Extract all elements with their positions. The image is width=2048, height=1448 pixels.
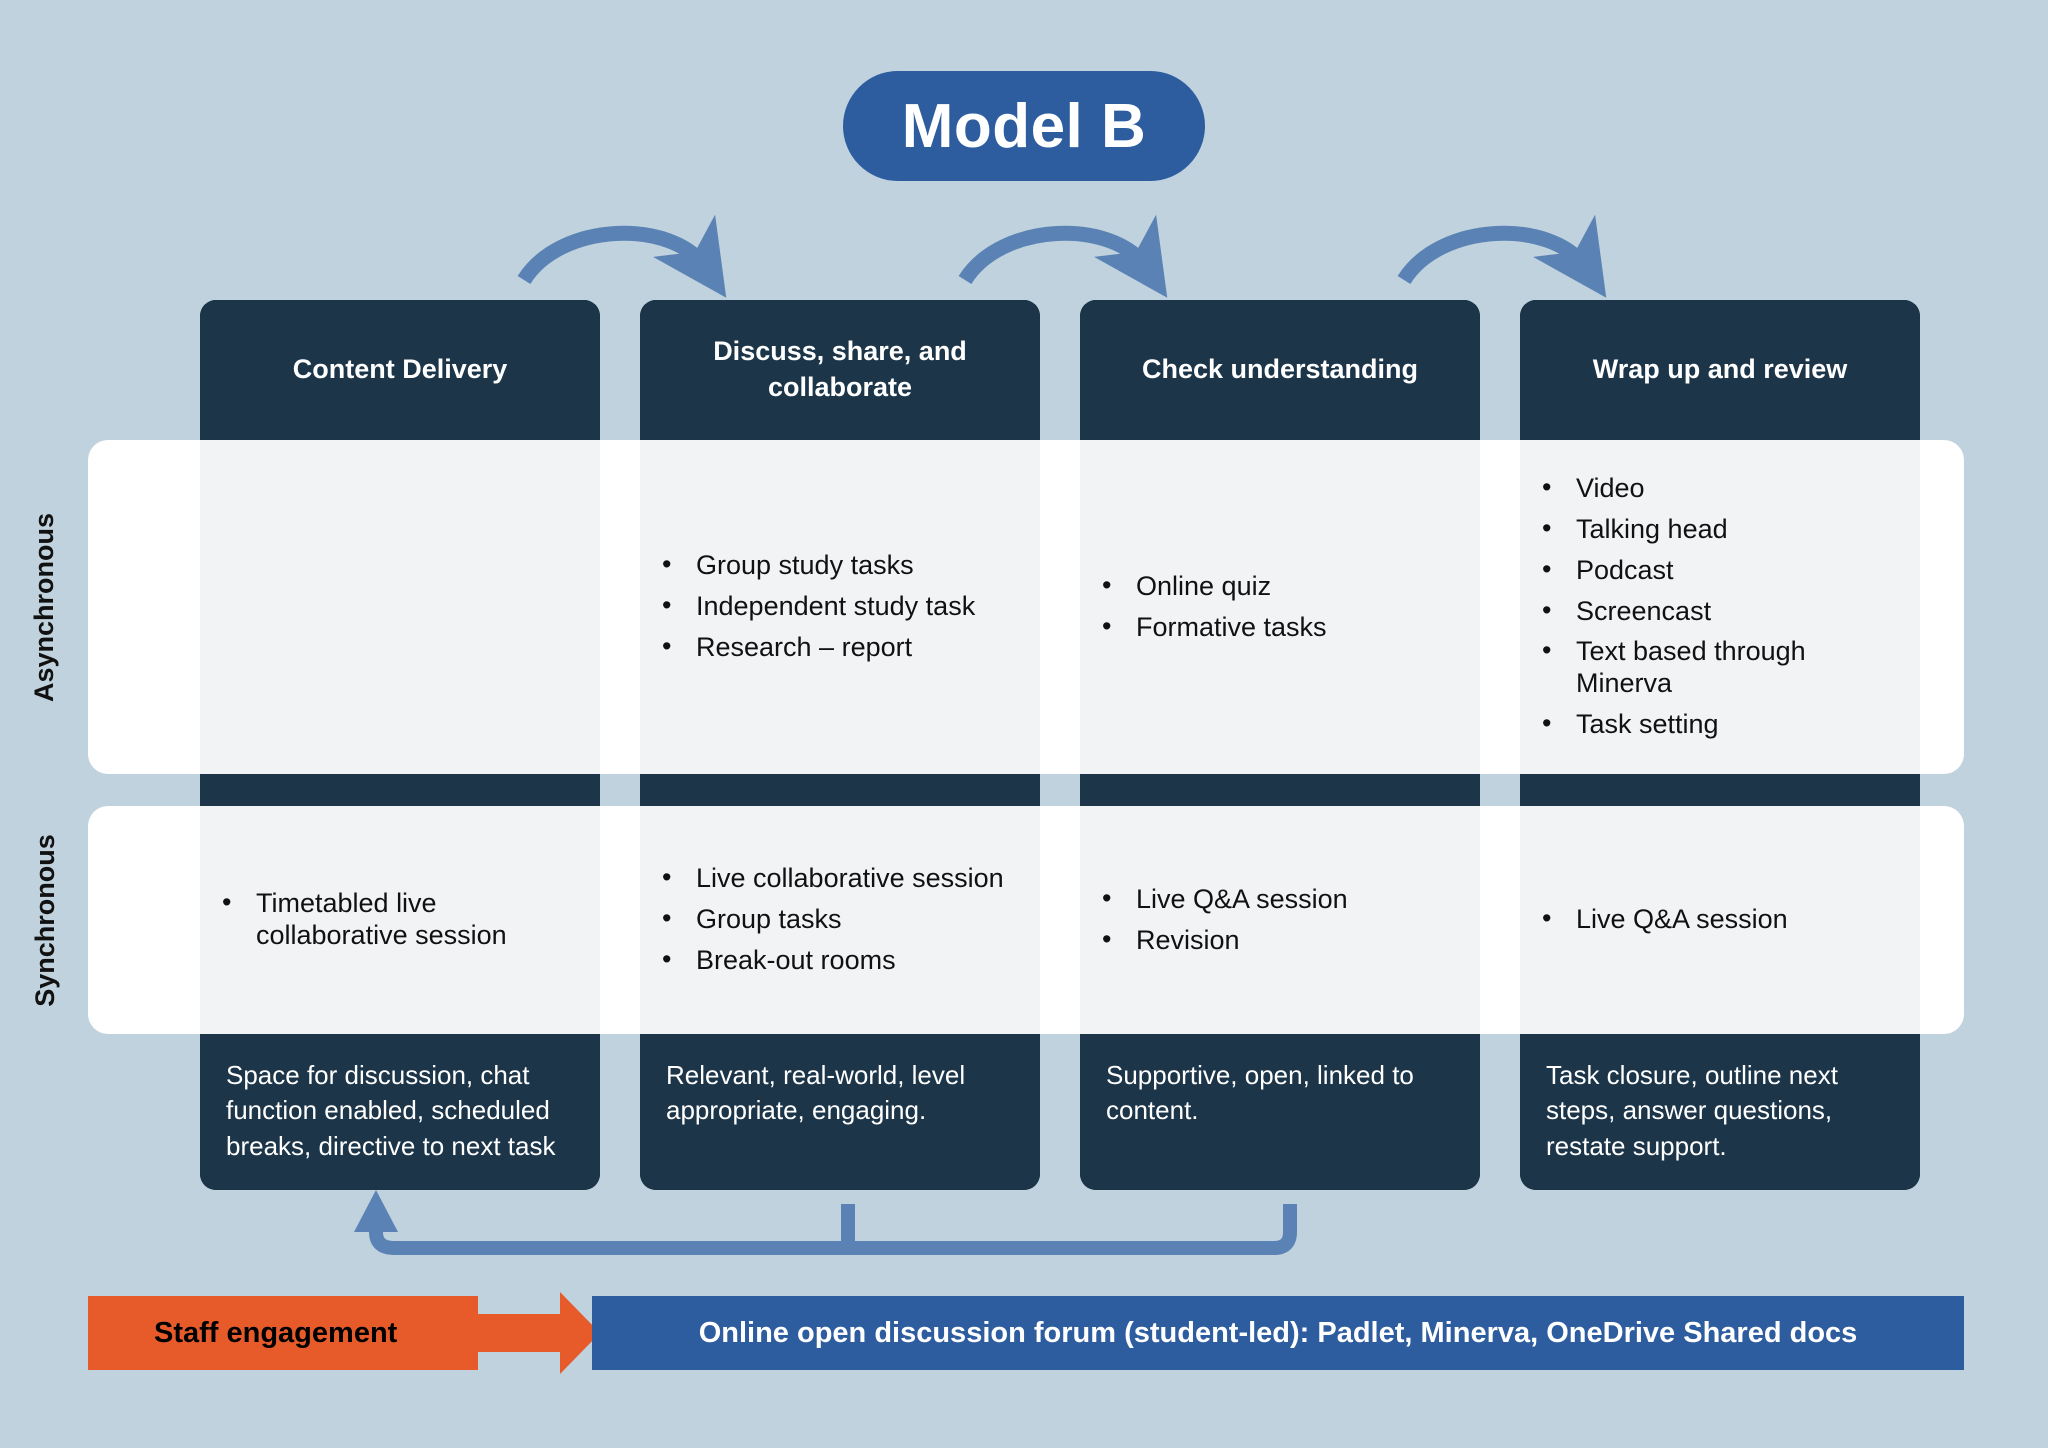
list-item: Video <box>1542 472 1904 505</box>
cell-sync-discuss-share-collaborate: Live collaborative session Group tasks Bre… <box>640 806 1040 1034</box>
column-header-3: Check understanding <box>1080 300 1480 440</box>
list-item: Research – report <box>662 631 1024 664</box>
column-header-label: Wrap up and review <box>1592 354 1848 385</box>
row-label-text: Synchronous <box>29 833 60 1007</box>
cell-async-check-understanding: Online quiz Formative tasks <box>1080 440 1480 774</box>
cell-async-discuss-share-collaborate: Group study tasks Independent study task R… <box>640 440 1040 774</box>
diagram-canvas: Model B Content Delivery Discuss, share,… <box>0 0 2048 1448</box>
column-header-4: Wrap up and review <box>1520 300 1920 440</box>
row-label-synchronous: Synchronous <box>0 806 90 1034</box>
row-label-text: Asynchronous <box>29 512 60 702</box>
cell-list: Live Q&A session <box>1520 895 1920 945</box>
page-title: Model B <box>843 71 1205 181</box>
cell-list: Group study tasks Independent study task R… <box>640 541 1040 673</box>
column-footer-text: Space for discussion, chat function enab… <box>226 1060 556 1161</box>
cell-sync-wrap-up-review: Live Q&A session <box>1520 806 1920 1034</box>
cell-list: Video Talking head Podcast Screencast Text b… <box>1520 464 1920 750</box>
page-title-text: Model B <box>901 91 1147 161</box>
cell-list: Timetabled live collaborative session <box>200 879 600 961</box>
list-item: Talking head <box>1542 513 1904 546</box>
list-item: Screencast <box>1542 595 1904 628</box>
list-item: Formative tasks <box>1102 611 1464 644</box>
cell-list: Online quiz Formative tasks <box>1080 562 1480 653</box>
list-item: Group tasks <box>662 903 1024 936</box>
list-item: Break-out rooms <box>662 944 1024 977</box>
cell-list: Live collaborative session Group tasks Bre… <box>640 854 1040 986</box>
list-item: Live Q&A session <box>1542 903 1904 936</box>
list-item: Revision <box>1102 924 1464 957</box>
list-item: Podcast <box>1542 554 1904 587</box>
cell-list: Live Q&A session Revision <box>1080 875 1480 966</box>
staff-engagement-label: Staff engagement <box>154 1316 398 1349</box>
list-item: Task setting <box>1542 708 1904 741</box>
column-header-1: Content Delivery <box>200 300 600 440</box>
list-item: Online quiz <box>1102 570 1464 603</box>
column-footer-2: Relevant, real-world, level appropriate,… <box>640 1034 1040 1190</box>
cell-async-content-delivery <box>200 440 600 774</box>
row-label-asynchronous: Asynchronous <box>0 440 90 774</box>
discussion-forum-label: Online open discussion forum (student-le… <box>698 1316 1858 1349</box>
row-separator-2 <box>640 774 1040 806</box>
column-header-label: Discuss, share, and collaborate <box>713 336 967 402</box>
cell-sync-content-delivery: Timetabled live collaborative session <box>200 806 600 1034</box>
row-separator-1 <box>200 774 600 806</box>
feedback-loop-path <box>354 1190 1297 1255</box>
column-footer-4: Task closure, outline next steps, answer… <box>1520 1034 1920 1190</box>
column-footer-3: Supportive, open, linked to content. <box>1080 1034 1480 1190</box>
column-footer-text: Supportive, open, linked to content. <box>1106 1060 1414 1126</box>
cell-async-wrap-up-review: Video Talking head Podcast Screencast Text b… <box>1520 440 1920 774</box>
list-item: Group study tasks <box>662 549 1024 582</box>
cell-sync-check-understanding: Live Q&A session Revision <box>1080 806 1480 1034</box>
column-header-label: Content Delivery <box>292 354 508 385</box>
list-item: Text based through Minerva <box>1542 635 1904 700</box>
discussion-forum-banner: Online open discussion forum (student-le… <box>592 1296 1964 1370</box>
row-separator-3 <box>1080 774 1480 806</box>
row-separator-4 <box>1520 774 1920 806</box>
column-footer-1: Space for discussion, chat function enab… <box>200 1034 600 1190</box>
column-footer-text: Relevant, real-world, level appropriate,… <box>666 1060 966 1126</box>
staff-engagement-arrow <box>478 1292 600 1374</box>
list-item: Timetabled live collaborative session <box>222 887 584 952</box>
list-item: Live Q&A session <box>1102 883 1464 916</box>
list-item: Independent study task <box>662 590 1024 623</box>
column-header-label: Check understanding <box>1141 354 1419 385</box>
column-footer-text: Task closure, outline next steps, answer… <box>1546 1060 1838 1161</box>
curved-flow-arrow-group <box>517 214 1607 298</box>
staff-engagement-banner: Staff engagement <box>88 1296 478 1370</box>
column-header-2: Discuss, share, and collaborate <box>640 300 1040 440</box>
list-item: Live collaborative session <box>662 862 1024 895</box>
